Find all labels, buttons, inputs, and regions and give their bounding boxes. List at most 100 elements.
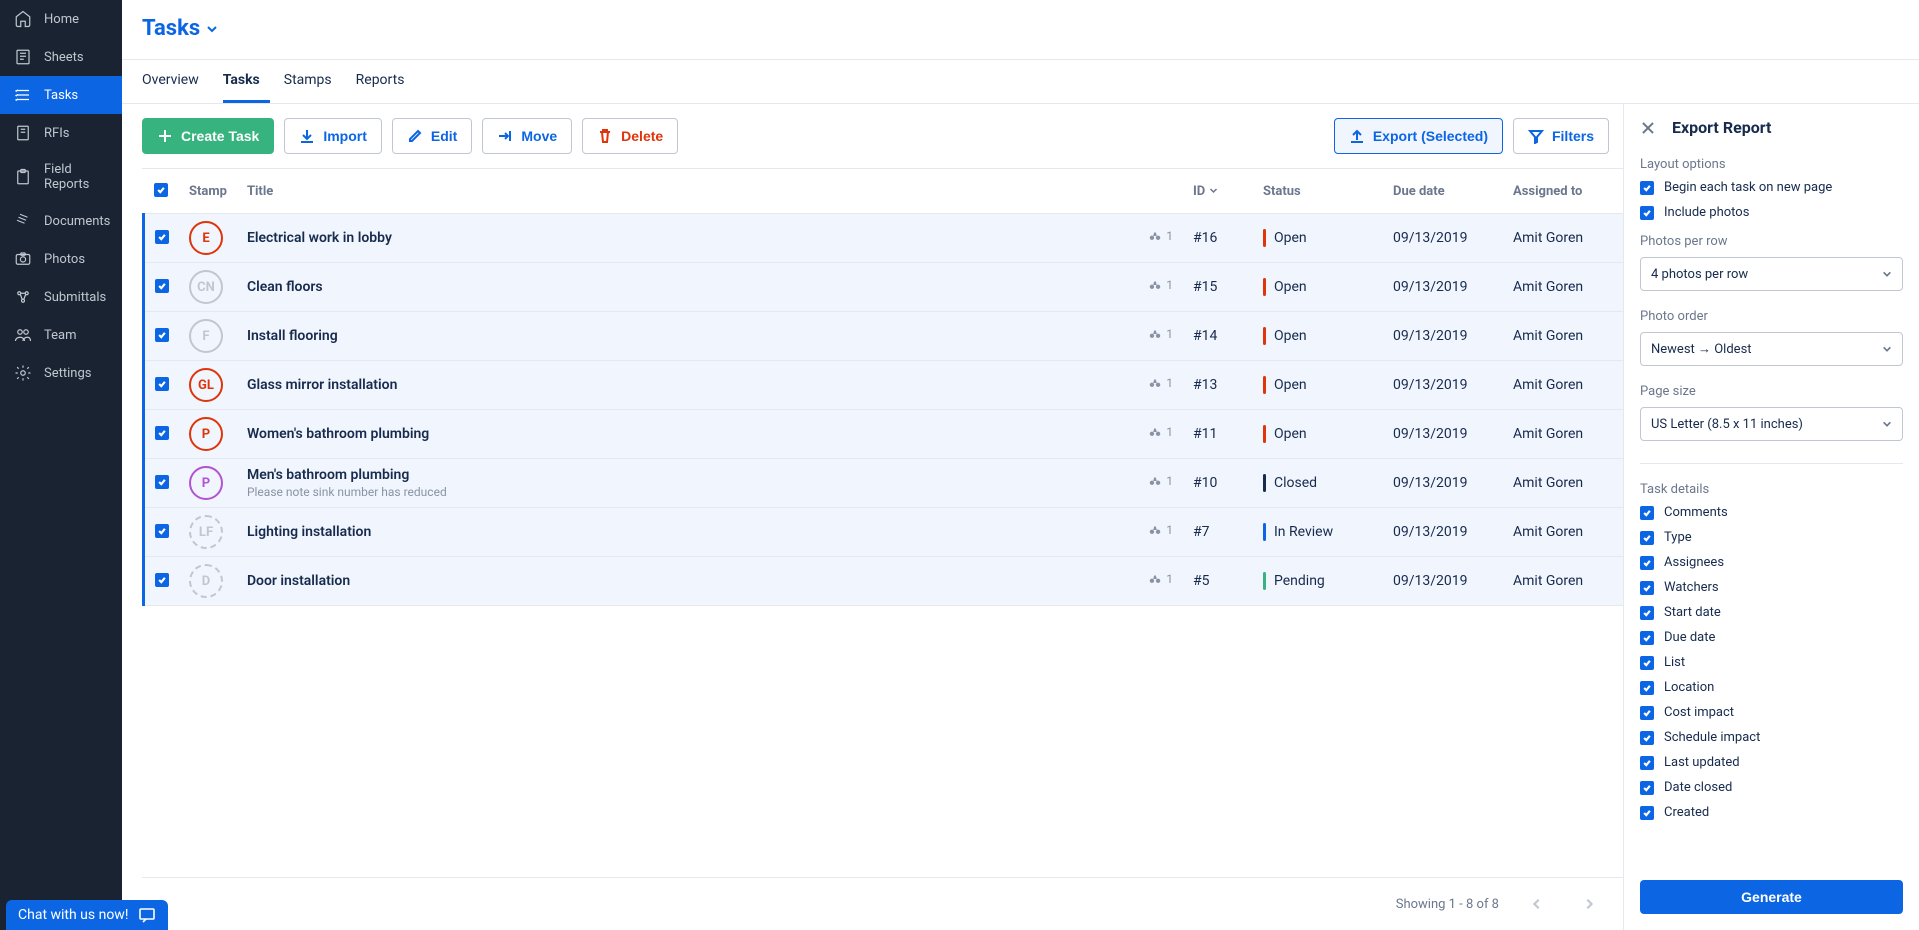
watchers-count: 1	[1148, 523, 1173, 537]
task-row[interactable]: CN Clean floors 1 #15 Open 09/13/2019 Am…	[144, 263, 1624, 312]
row-checkbox[interactable]	[155, 426, 169, 440]
sidebar-item-settings[interactable]: Settings	[0, 354, 122, 392]
detail-checkbox-watchers[interactable]: Watchers	[1640, 580, 1903, 595]
task-row[interactable]: P Women's bathroom plumbing 1 #11 Open 0…	[144, 410, 1624, 459]
tab-stamps[interactable]: Stamps	[284, 60, 342, 103]
task-title: Glass mirror installation	[247, 377, 1113, 393]
include-photos-checkbox[interactable]: Include photos	[1640, 205, 1903, 220]
detail-label: Schedule impact	[1664, 730, 1760, 745]
status-indicator	[1263, 327, 1266, 345]
binoculars-icon	[1148, 278, 1162, 292]
detail-label: Due date	[1664, 630, 1715, 645]
next-page-button[interactable]	[1575, 890, 1603, 918]
task-row[interactable]: GL Glass mirror installation 1 #13 Open …	[144, 361, 1624, 410]
detail-checkbox-start-date[interactable]: Start date	[1640, 605, 1903, 620]
row-checkbox[interactable]	[155, 328, 169, 342]
binoculars-icon	[1148, 474, 1162, 488]
showing-text: Showing 1 - 8 of 8	[1396, 897, 1499, 912]
sidebar-item-team[interactable]: Team	[0, 316, 122, 354]
detail-checkbox-due-date[interactable]: Due date	[1640, 630, 1903, 645]
row-checkbox[interactable]	[155, 230, 169, 244]
col-header-checkbox[interactable]	[144, 169, 180, 214]
close-export-button[interactable]	[1640, 120, 1656, 136]
move-button[interactable]: Move	[482, 118, 572, 154]
sidebar-item-field-reports[interactable]: Field Reports	[0, 152, 122, 202]
tasks-icon	[14, 86, 32, 104]
rfis-icon	[14, 124, 32, 142]
col-header-stamp[interactable]: Stamp	[179, 169, 237, 214]
task-row[interactable]: E Electrical work in lobby 1 #16 Open 09…	[144, 214, 1624, 263]
task-id: #15	[1183, 263, 1253, 312]
chevron-down-icon	[206, 23, 218, 35]
detail-label: Assignees	[1664, 555, 1724, 570]
page-size-select[interactable]: US Letter (8.5 x 11 inches)	[1640, 407, 1903, 441]
task-row[interactable]: P Men's bathroom plumbing Please note si…	[144, 459, 1624, 508]
filters-button[interactable]: Filters	[1513, 118, 1609, 154]
row-checkbox[interactable]	[155, 475, 169, 489]
stamp-badge: CN	[189, 270, 223, 304]
detail-checkbox-location[interactable]: Location	[1640, 680, 1903, 695]
detail-label: List	[1664, 655, 1685, 670]
import-button[interactable]: Import	[284, 118, 382, 154]
create-task-button[interactable]: Create Task	[142, 118, 274, 154]
task-row[interactable]: LF Lighting installation 1 #7 In Review …	[144, 508, 1624, 557]
col-header-id[interactable]: ID	[1183, 169, 1253, 214]
detail-label: Watchers	[1664, 580, 1719, 595]
detail-checkbox-cost-impact[interactable]: Cost impact	[1640, 705, 1903, 720]
export-selected-button[interactable]: Export (Selected)	[1334, 118, 1503, 154]
row-checkbox[interactable]	[155, 279, 169, 293]
col-header-due[interactable]: Due date	[1383, 169, 1503, 214]
watchers-count: 1	[1148, 327, 1173, 341]
row-checkbox[interactable]	[155, 573, 169, 587]
detail-label: Date closed	[1664, 780, 1732, 795]
col-header-assigned[interactable]: Assigned to	[1503, 169, 1623, 214]
sidebar-item-sheets[interactable]: Sheets	[0, 38, 122, 76]
sidebar-item-home[interactable]: Home	[0, 0, 122, 38]
binoculars-icon	[1148, 425, 1162, 439]
export-panel: Export Report Layout options Begin each …	[1623, 104, 1919, 930]
sidebar-item-documents[interactable]: Documents	[0, 202, 122, 240]
detail-checkbox-list[interactable]: List	[1640, 655, 1903, 670]
status-label: Open	[1274, 328, 1307, 344]
delete-button[interactable]: Delete	[582, 118, 678, 154]
detail-checkbox-type[interactable]: Type	[1640, 530, 1903, 545]
photo-order-select[interactable]: Newest → Oldest	[1640, 332, 1903, 366]
home-icon	[14, 10, 32, 28]
sidebar-item-tasks[interactable]: Tasks	[0, 76, 122, 114]
begin-new-page-checkbox[interactable]: Begin each task on new page	[1640, 180, 1903, 195]
task-subtitle: Please note sink number has reduced	[247, 485, 1113, 499]
detail-checkbox-schedule-impact[interactable]: Schedule impact	[1640, 730, 1903, 745]
task-row[interactable]: F Install flooring 1 #14 Open 09/13/2019…	[144, 312, 1624, 361]
page-title[interactable]: Tasks	[142, 16, 218, 41]
edit-button[interactable]: Edit	[392, 118, 472, 154]
chat-widget[interactable]: Chat with us now!	[6, 900, 168, 930]
page-title-text: Tasks	[142, 16, 200, 41]
tab-overview[interactable]: Overview	[142, 60, 209, 103]
table-area: Create Task Import Edit Move	[122, 104, 1623, 930]
sidebar-item-photos[interactable]: Photos	[0, 240, 122, 278]
prev-page-button[interactable]	[1523, 890, 1551, 918]
detail-checkbox-date-closed[interactable]: Date closed	[1640, 780, 1903, 795]
sidebar-item-rfis[interactable]: RFIs	[0, 114, 122, 152]
page-size-value: US Letter (8.5 x 11 inches)	[1651, 417, 1803, 432]
row-checkbox[interactable]	[155, 377, 169, 391]
assigned-to: Amit Goren	[1503, 361, 1623, 410]
detail-checkbox-assignees[interactable]: Assignees	[1640, 555, 1903, 570]
detail-checkbox-created[interactable]: Created	[1640, 805, 1903, 820]
tab-reports[interactable]: Reports	[356, 60, 415, 103]
col-header-title[interactable]: Title	[237, 169, 1123, 214]
detail-checkbox-last-updated[interactable]: Last updated	[1640, 755, 1903, 770]
col-header-status[interactable]: Status	[1253, 169, 1383, 214]
detail-checkbox-comments[interactable]: Comments	[1640, 505, 1903, 520]
chat-icon	[138, 906, 156, 924]
row-checkbox[interactable]	[155, 524, 169, 538]
task-row[interactable]: D Door installation 1 #5 Pending 09/13/2…	[144, 557, 1624, 606]
sidebar-item-submittals[interactable]: Submittals	[0, 278, 122, 316]
tab-tasks[interactable]: Tasks	[223, 60, 270, 103]
status-label: Open	[1274, 377, 1307, 393]
photos-per-row-select[interactable]: 4 photos per row	[1640, 257, 1903, 291]
stamp-badge: E	[189, 221, 223, 255]
generate-button[interactable]: Generate	[1640, 880, 1903, 914]
page-size-label: Page size	[1640, 384, 1903, 399]
due-date: 09/13/2019	[1383, 214, 1503, 263]
